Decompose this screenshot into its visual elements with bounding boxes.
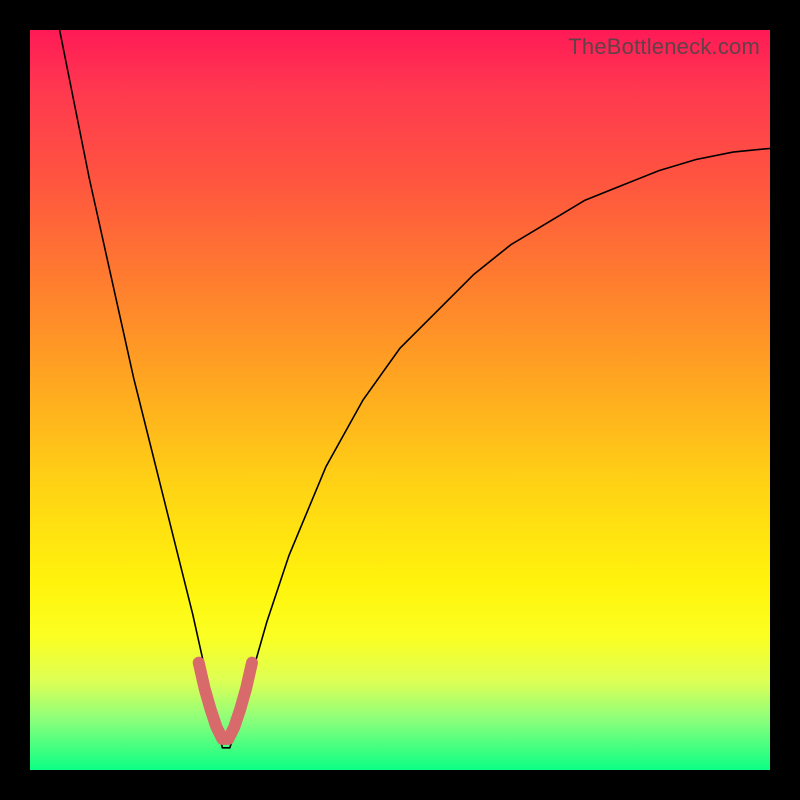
plot-area: TheBottleneck.com <box>30 30 770 770</box>
bottleneck-trough-highlight <box>199 663 252 739</box>
curve-svg <box>30 30 770 770</box>
bottleneck-curve <box>60 30 770 748</box>
chart-container: TheBottleneck.com <box>0 0 800 800</box>
